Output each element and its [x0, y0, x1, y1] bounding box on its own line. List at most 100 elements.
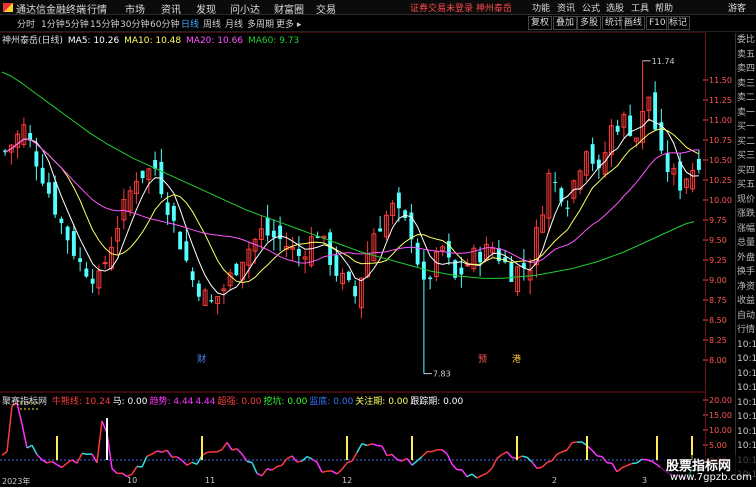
- indicator-axis-label: 5.00: [709, 441, 727, 450]
- indicator-line: [356, 443, 363, 453]
- menu-item-wealth[interactable]: 财富圈: [274, 1, 304, 16]
- price-axis-label: 10.50: [709, 156, 732, 165]
- panel-row: 卖一: [737, 107, 756, 118]
- toolbar-draw-button[interactable]: 画线: [621, 16, 646, 30]
- indicator-line: [541, 461, 548, 468]
- candle-down: [396, 192, 401, 209]
- price-axis-label: 10.75: [709, 136, 732, 145]
- period-15min[interactable]: 15分钟: [90, 17, 119, 30]
- period-multi[interactable]: 多周期: [247, 17, 274, 30]
- period-30min[interactable]: 30分钟: [120, 17, 149, 30]
- candle-down: [428, 277, 433, 280]
- indicator-line: [181, 459, 188, 466]
- period-daily[interactable]: 日线: [181, 17, 199, 30]
- panel-row: 10:1: [737, 383, 756, 393]
- menu-info[interactable]: 资讯: [557, 1, 575, 14]
- panel-row: 10:1: [737, 426, 756, 437]
- indicator-line: [1, 451, 8, 456]
- indicator-legend-item: 跟踪期: 0.00: [410, 397, 464, 407]
- event-marker: 财: [197, 353, 206, 365]
- period-intraday[interactable]: 分时: [17, 17, 35, 30]
- indicator-line: [81, 452, 88, 455]
- kline-chart-svg[interactable]: 11.50 11.25 11.00 10.75 10.50 10.25 10.00 9.75 9…: [0, 32, 735, 482]
- toolbar-multi-stock-button[interactable]: 多股: [577, 16, 602, 30]
- indicator-line: [246, 460, 253, 464]
- menu-formula[interactable]: 公式: [582, 1, 600, 14]
- indicator-legend-item: 超强: 0.00: [217, 397, 262, 407]
- menu-function[interactable]: 功能: [532, 1, 550, 14]
- app-title: 通达信金融终端: [16, 5, 86, 16]
- candle-down: [565, 207, 570, 209]
- panel-row: 10:1: [737, 397, 756, 408]
- indicator-line: [621, 465, 628, 469]
- candle-down: [140, 170, 145, 178]
- period-more[interactable]: 更多 ▸: [276, 17, 301, 30]
- menu-item-trade[interactable]: 交易: [316, 1, 336, 16]
- extreme-label: 7.83: [433, 370, 451, 379]
- trade-login-status[interactable]: 证券交易未登录 神州泰岳: [410, 1, 512, 14]
- panel-row: 收益: [737, 296, 756, 306]
- indicator-line: [216, 448, 223, 453]
- indicator-line: [401, 457, 408, 462]
- toolbar-overlay-button[interactable]: 叠加: [553, 16, 578, 30]
- indicator-line: [626, 462, 633, 467]
- panel-row: 行情: [737, 325, 756, 335]
- period-60min[interactable]: 60分钟: [150, 17, 179, 30]
- candle-down: [165, 202, 170, 215]
- panel-row: 10:1: [737, 412, 756, 422]
- menu-item-quotes[interactable]: 行情: [87, 1, 107, 16]
- toolbar-adjust-button[interactable]: 复权: [528, 16, 553, 30]
- panel-row: 委比: [737, 35, 756, 45]
- indicator-line: [596, 455, 603, 458]
- ma10-label: MA10: 10.48: [124, 36, 182, 46]
- indicator-name: 聚赛指标网: [2, 397, 48, 407]
- toolbar-mark-button[interactable]: 标记: [666, 16, 691, 30]
- price-axis-label: 8.75: [709, 296, 727, 305]
- panel-row: 买三: [737, 151, 756, 161]
- date-label: 2023年: [2, 477, 31, 486]
- guest-user[interactable]: 游客: [728, 1, 746, 14]
- panel-row: 买二: [737, 136, 756, 147]
- menu-select-stock[interactable]: 选股: [606, 1, 624, 14]
- menu-help[interactable]: 帮助: [655, 1, 673, 14]
- kline-chart-area[interactable]: 11.50 11.25 11.00 10.75 10.50 10.25 10.00 9.75 9…: [0, 32, 732, 482]
- candle-down: [415, 242, 420, 265]
- indicator-line: [61, 462, 68, 469]
- menu-tools[interactable]: 工具: [631, 1, 649, 14]
- period-1min[interactable]: 1分钟: [41, 17, 65, 30]
- indicator-line: [536, 466, 543, 470]
- indicator-line: [271, 466, 278, 471]
- period-weekly[interactable]: 周线: [203, 17, 221, 30]
- candle-down: [459, 267, 464, 275]
- menu-item-discover[interactable]: 发现: [196, 1, 216, 16]
- candle-down: [234, 263, 239, 276]
- candle-down: [84, 268, 89, 277]
- candle-down: [196, 283, 201, 297]
- indicator-axis-label: 10.00: [709, 426, 732, 435]
- indicator-line: [306, 455, 313, 460]
- indicator-line: [531, 461, 538, 469]
- indicator-line: [136, 465, 143, 468]
- indicator-line: [566, 442, 573, 451]
- indicator-line: [331, 470, 338, 475]
- candle-down: [296, 248, 301, 256]
- period-monthly[interactable]: 月线: [225, 17, 243, 30]
- candle-down: [53, 181, 58, 215]
- indicator-line: [481, 472, 488, 477]
- indicator-legend-item: 趋势: 4.44: [149, 397, 194, 407]
- indicator-line: [276, 464, 283, 468]
- indicator-line: [591, 449, 598, 457]
- panel-row: 10:1: [737, 368, 756, 379]
- indicator-legend-item: 牛熊线: 10.24: [51, 397, 111, 407]
- menu-item-news[interactable]: 资讯: [161, 1, 181, 16]
- panel-row: 涨跌: [737, 209, 756, 219]
- panel-row: 现价: [737, 194, 756, 205]
- candle-down: [178, 231, 183, 250]
- menu-item-market[interactable]: 市场: [125, 1, 145, 16]
- menu-item-ask[interactable]: 问小达: [230, 1, 260, 16]
- price-axis-label: 9.50: [709, 236, 727, 245]
- indicator-line: [431, 449, 438, 453]
- candle-up: [465, 264, 471, 267]
- period-5min[interactable]: 5分钟: [65, 17, 89, 30]
- panel-row: 买一: [737, 122, 756, 132]
